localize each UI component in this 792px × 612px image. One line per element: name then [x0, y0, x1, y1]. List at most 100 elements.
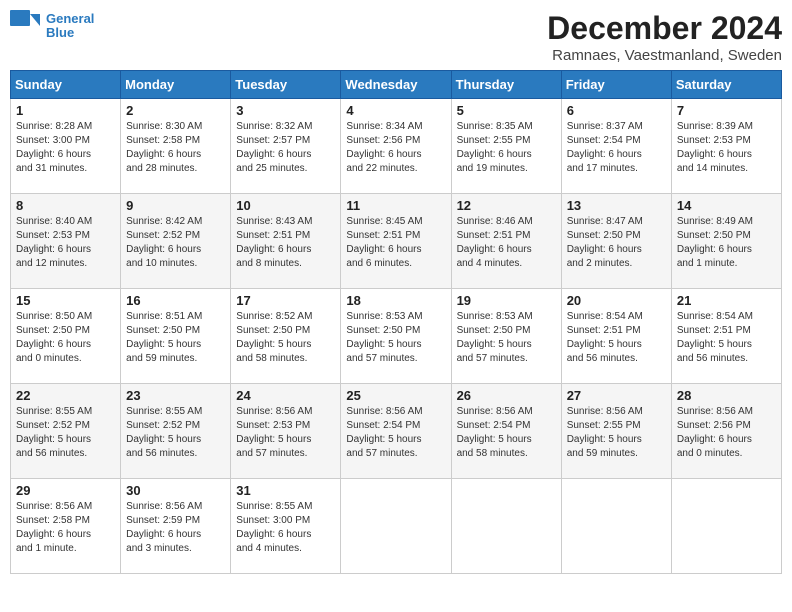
day-info: Sunrise: 8:52 AM Sunset: 2:50 PM Dayligh…: [236, 310, 335, 366]
day-cell: 30 Sunrise: 8:56 AM Sunset: 2:59 PM Dayli…: [121, 479, 231, 574]
day-number: 6: [567, 103, 666, 118]
day-number: 17: [236, 293, 335, 308]
day-number: 15: [16, 293, 115, 308]
week-row-3: 15 Sunrise: 8:50 AM Sunset: 2:50 PM Dayli…: [11, 289, 782, 384]
day-cell: 2Sunrise: 8:30 AM Sunset: 2:58 PM Daylig…: [121, 99, 231, 194]
day-cell: 28Sunrise: 8:56 AM Sunset: 2:56 PM Dayli…: [671, 384, 781, 479]
day-number: 30: [126, 483, 225, 498]
day-cell: 31 Sunrise: 8:55 AM Sunset: 3:00 PM Dayli…: [231, 479, 341, 574]
day-info: Sunrise: 8:55 AM Sunset: 2:52 PM Dayligh…: [126, 405, 225, 461]
day-number: 7: [677, 103, 776, 118]
weekday-sunday: Sunday: [11, 71, 121, 99]
day-info: Sunrise: 8:50 AM Sunset: 2:50 PM Dayligh…: [16, 310, 115, 366]
day-info: Sunrise: 8:55 AM Sunset: 2:52 PM Dayligh…: [16, 405, 115, 461]
weekday-monday: Monday: [121, 71, 231, 99]
weekday-wednesday: Wednesday: [341, 71, 451, 99]
day-info: Sunrise: 8:28 AM Sunset: 3:00 PM Dayligh…: [16, 120, 115, 176]
day-cell: 13 Sunrise: 8:47 AM Sunset: 2:50 PM Dayli…: [561, 194, 671, 289]
day-number: 12: [457, 198, 556, 213]
header: General Blue December 2024 Ramnaes, Vaes…: [10, 10, 782, 64]
main-title: December 2024: [547, 10, 782, 47]
day-cell: 17 Sunrise: 8:52 AM Sunset: 2:50 PM Dayli…: [231, 289, 341, 384]
day-number: 8: [16, 198, 115, 213]
week-row-5: 29Sunrise: 8:56 AM Sunset: 2:58 PM Dayli…: [11, 479, 782, 574]
day-info: Sunrise: 8:53 AM Sunset: 2:50 PM Dayligh…: [457, 310, 556, 366]
day-info: Sunrise: 8:53 AM Sunset: 2:50 PM Dayligh…: [346, 310, 445, 366]
logo: General Blue: [10, 10, 94, 42]
day-info: Sunrise: 8:42 AM Sunset: 2:52 PM Dayligh…: [126, 215, 225, 271]
day-cell: 8 Sunrise: 8:40 AM Sunset: 2:53 PM Daylig…: [11, 194, 121, 289]
weekday-tuesday: Tuesday: [231, 71, 341, 99]
day-cell: 27 Sunrise: 8:56 AM Sunset: 2:55 PM Dayli…: [561, 384, 671, 479]
day-cell: 10Sunrise: 8:43 AM Sunset: 2:51 PM Dayli…: [231, 194, 341, 289]
day-number: 26: [457, 388, 556, 403]
day-info: Sunrise: 8:54 AM Sunset: 2:51 PM Dayligh…: [567, 310, 666, 366]
week-row-4: 22 Sunrise: 8:55 AM Sunset: 2:52 PM Dayli…: [11, 384, 782, 479]
day-number: 18: [346, 293, 445, 308]
day-cell: 6 Sunrise: 8:37 AM Sunset: 2:54 PM Daylig…: [561, 99, 671, 194]
week-row-1: 1 Sunrise: 8:28 AM Sunset: 3:00 PM Daylig…: [11, 99, 782, 194]
day-number: 3: [236, 103, 335, 118]
day-number: 29: [16, 483, 115, 498]
day-info: Sunrise: 8:56 AM Sunset: 2:54 PM Dayligh…: [346, 405, 445, 461]
day-info: Sunrise: 8:56 AM Sunset: 2:55 PM Dayligh…: [567, 405, 666, 461]
day-info: Sunrise: 8:56 AM Sunset: 2:54 PM Dayligh…: [457, 405, 556, 461]
day-number: 28: [677, 388, 776, 403]
weekday-header-row: SundayMondayTuesdayWednesdayThursdayFrid…: [11, 71, 782, 99]
day-cell: 24Sunrise: 8:56 AM Sunset: 2:53 PM Dayli…: [231, 384, 341, 479]
day-cell: 16 Sunrise: 8:51 AM Sunset: 2:50 PM Dayli…: [121, 289, 231, 384]
subtitle: Ramnaes, Vaestmanland, Sweden: [547, 47, 782, 64]
day-cell: 25Sunrise: 8:56 AM Sunset: 2:54 PM Dayli…: [341, 384, 451, 479]
day-info: Sunrise: 8:56 AM Sunset: 2:53 PM Dayligh…: [236, 405, 335, 461]
calendar-table: SundayMondayTuesdayWednesdayThursdayFrid…: [10, 70, 782, 574]
day-number: 23: [126, 388, 225, 403]
day-cell: [341, 479, 451, 574]
day-number: 13: [567, 198, 666, 213]
day-cell: 1 Sunrise: 8:28 AM Sunset: 3:00 PM Daylig…: [11, 99, 121, 194]
day-cell: 19 Sunrise: 8:53 AM Sunset: 2:50 PM Dayli…: [451, 289, 561, 384]
day-number: 31: [236, 483, 335, 498]
day-cell: 22 Sunrise: 8:55 AM Sunset: 2:52 PM Dayli…: [11, 384, 121, 479]
day-cell: 21 Sunrise: 8:54 AM Sunset: 2:51 PM Dayli…: [671, 289, 781, 384]
day-cell: 5 Sunrise: 8:35 AM Sunset: 2:55 PM Daylig…: [451, 99, 561, 194]
day-cell: 20 Sunrise: 8:54 AM Sunset: 2:51 PM Dayli…: [561, 289, 671, 384]
day-number: 11: [346, 198, 445, 213]
weekday-friday: Friday: [561, 71, 671, 99]
day-info: Sunrise: 8:51 AM Sunset: 2:50 PM Dayligh…: [126, 310, 225, 366]
day-info: Sunrise: 8:49 AM Sunset: 2:50 PM Dayligh…: [677, 215, 776, 271]
day-info: Sunrise: 8:37 AM Sunset: 2:54 PM Dayligh…: [567, 120, 666, 176]
day-number: 20: [567, 293, 666, 308]
day-number: 21: [677, 293, 776, 308]
day-cell: 26 Sunrise: 8:56 AM Sunset: 2:54 PM Dayli…: [451, 384, 561, 479]
logo-line1: General: [46, 12, 94, 26]
day-cell: [451, 479, 561, 574]
week-row-2: 8 Sunrise: 8:40 AM Sunset: 2:53 PM Daylig…: [11, 194, 782, 289]
day-info: Sunrise: 8:47 AM Sunset: 2:50 PM Dayligh…: [567, 215, 666, 271]
day-number: 1: [16, 103, 115, 118]
day-info: Sunrise: 8:55 AM Sunset: 3:00 PM Dayligh…: [236, 500, 335, 556]
day-info: Sunrise: 8:56 AM Sunset: 2:59 PM Dayligh…: [126, 500, 225, 556]
day-cell: 4 Sunrise: 8:34 AM Sunset: 2:56 PM Daylig…: [341, 99, 451, 194]
day-number: 19: [457, 293, 556, 308]
day-number: 27: [567, 388, 666, 403]
day-info: Sunrise: 8:34 AM Sunset: 2:56 PM Dayligh…: [346, 120, 445, 176]
day-number: 16: [126, 293, 225, 308]
day-info: Sunrise: 8:45 AM Sunset: 2:51 PM Dayligh…: [346, 215, 445, 271]
day-cell: 15 Sunrise: 8:50 AM Sunset: 2:50 PM Dayli…: [11, 289, 121, 384]
day-number: 2: [126, 103, 225, 118]
day-info: Sunrise: 8:54 AM Sunset: 2:51 PM Dayligh…: [677, 310, 776, 366]
day-cell: 9Sunrise: 8:42 AM Sunset: 2:52 PM Daylig…: [121, 194, 231, 289]
day-cell: [561, 479, 671, 574]
day-number: 5: [457, 103, 556, 118]
day-cell: 18 Sunrise: 8:53 AM Sunset: 2:50 PM Dayli…: [341, 289, 451, 384]
day-number: 14: [677, 198, 776, 213]
day-number: 4: [346, 103, 445, 118]
day-info: Sunrise: 8:43 AM Sunset: 2:51 PM Dayligh…: [236, 215, 335, 271]
day-number: 22: [16, 388, 115, 403]
weekday-saturday: Saturday: [671, 71, 781, 99]
day-info: Sunrise: 8:35 AM Sunset: 2:55 PM Dayligh…: [457, 120, 556, 176]
day-info: Sunrise: 8:32 AM Sunset: 2:57 PM Dayligh…: [236, 120, 335, 176]
day-cell: 3 Sunrise: 8:32 AM Sunset: 2:57 PM Daylig…: [231, 99, 341, 194]
weekday-thursday: Thursday: [451, 71, 561, 99]
day-info: Sunrise: 8:40 AM Sunset: 2:53 PM Dayligh…: [16, 215, 115, 271]
